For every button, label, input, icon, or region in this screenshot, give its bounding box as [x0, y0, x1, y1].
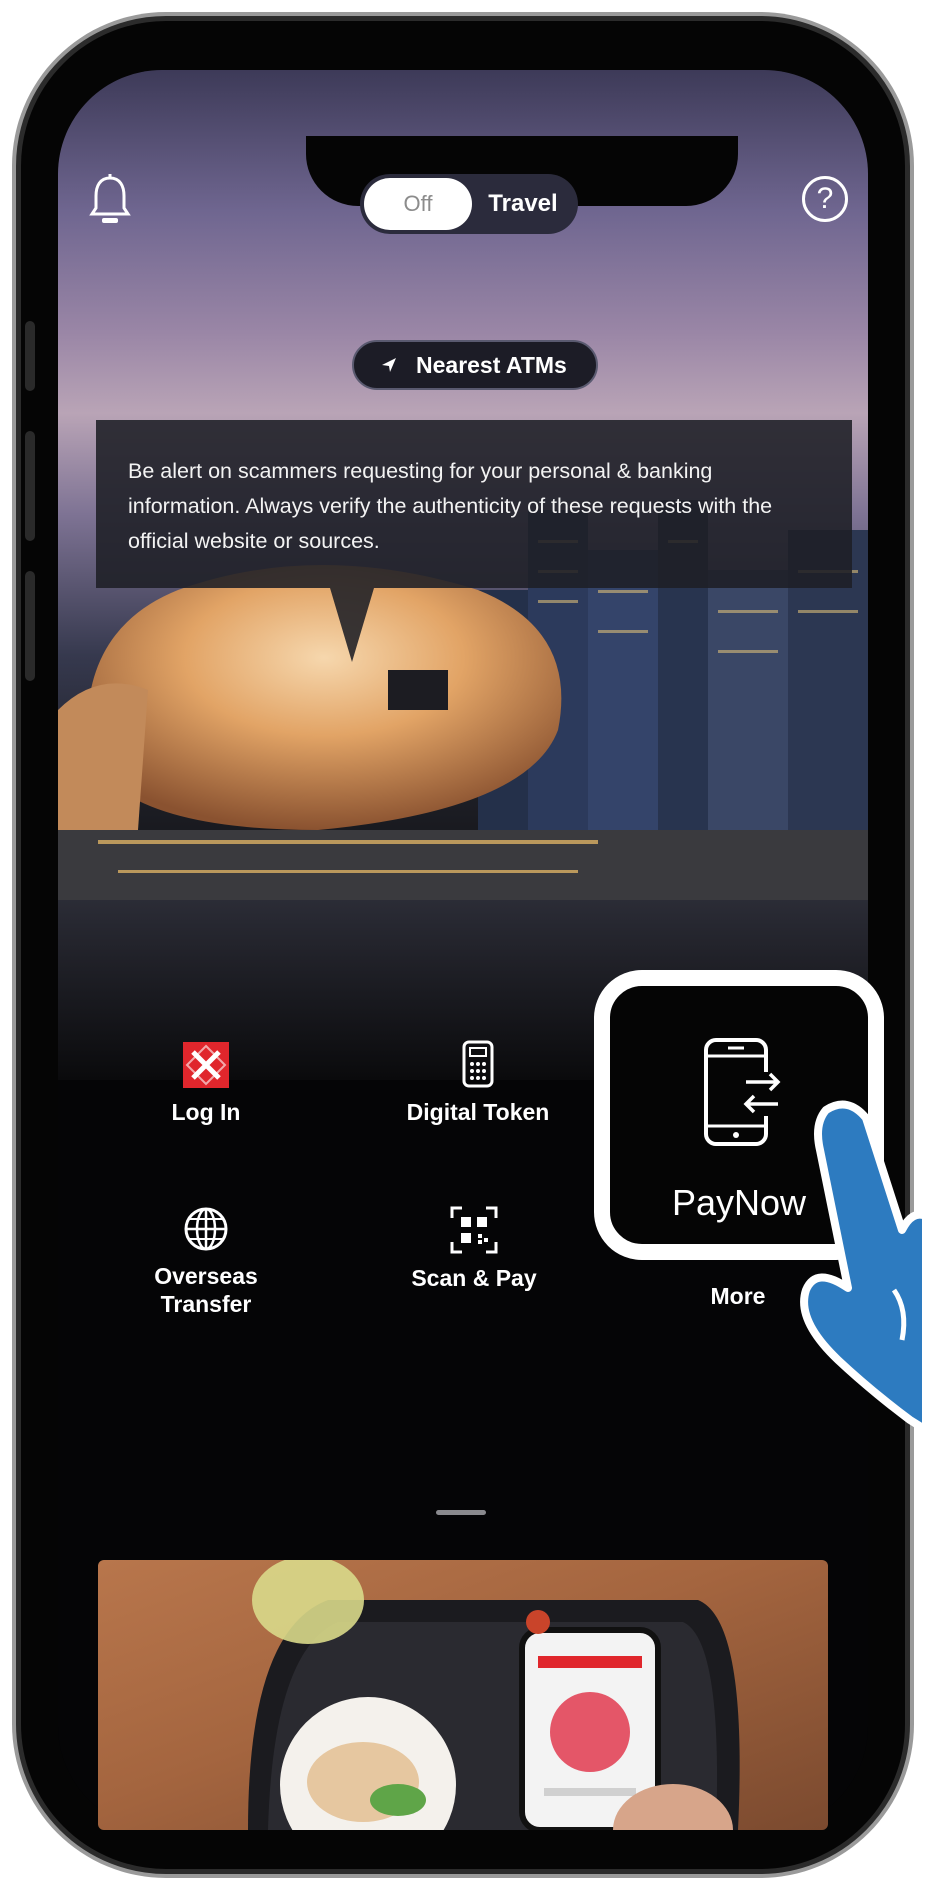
pointing-hand-icon	[800, 1100, 926, 1430]
more-label: More	[710, 1283, 766, 1309]
promo-illustration	[248, 1560, 740, 1830]
overseas-transfer-label-line1: Overseas	[154, 1263, 258, 1289]
login-label: Log In	[171, 1099, 241, 1125]
travel-mode-toggle[interactable]: Off Travel	[360, 174, 578, 234]
scan-pay-action[interactable]: Scan & Pay	[364, 1206, 584, 1292]
bell-icon[interactable]	[88, 172, 132, 228]
nearest-atms-button[interactable]: Nearest ATMs	[352, 340, 598, 390]
scam-alert-tooltip: Be alert on scammers requesting for your…	[96, 420, 852, 588]
phone-side-button	[25, 321, 35, 391]
login-icon	[183, 1042, 229, 1088]
token-icon	[462, 1040, 494, 1088]
overseas-transfer-action[interactable]: Overseas Transfer	[96, 1206, 316, 1318]
toggle-option-off[interactable]: Off	[364, 178, 472, 230]
digital-token-label: Digital Token	[406, 1099, 550, 1125]
overseas-transfer-label-line2: Transfer	[160, 1291, 252, 1317]
globe-icon	[184, 1207, 228, 1251]
promo-banner-image[interactable]	[98, 1560, 828, 1830]
phone-side-button	[25, 431, 35, 541]
phone-side-button	[25, 571, 35, 681]
nearest-atms-label: Nearest ATMs	[416, 352, 567, 378]
scan-pay-label: Scan & Pay	[411, 1265, 537, 1291]
toggle-option-travel[interactable]: Travel	[474, 178, 572, 230]
drawer-handle[interactable]	[436, 1510, 486, 1515]
scam-alert-text: Be alert on scammers requesting for your…	[128, 459, 773, 553]
digital-token-action[interactable]: Digital Token	[368, 1040, 588, 1126]
tooltip-pointer	[330, 588, 374, 662]
location-arrow-icon	[382, 358, 396, 372]
login-action[interactable]: Log In	[96, 1042, 316, 1126]
help-icon[interactable]: ?	[802, 176, 848, 222]
qr-scan-icon	[450, 1206, 498, 1254]
paynow-icon	[704, 1038, 784, 1146]
